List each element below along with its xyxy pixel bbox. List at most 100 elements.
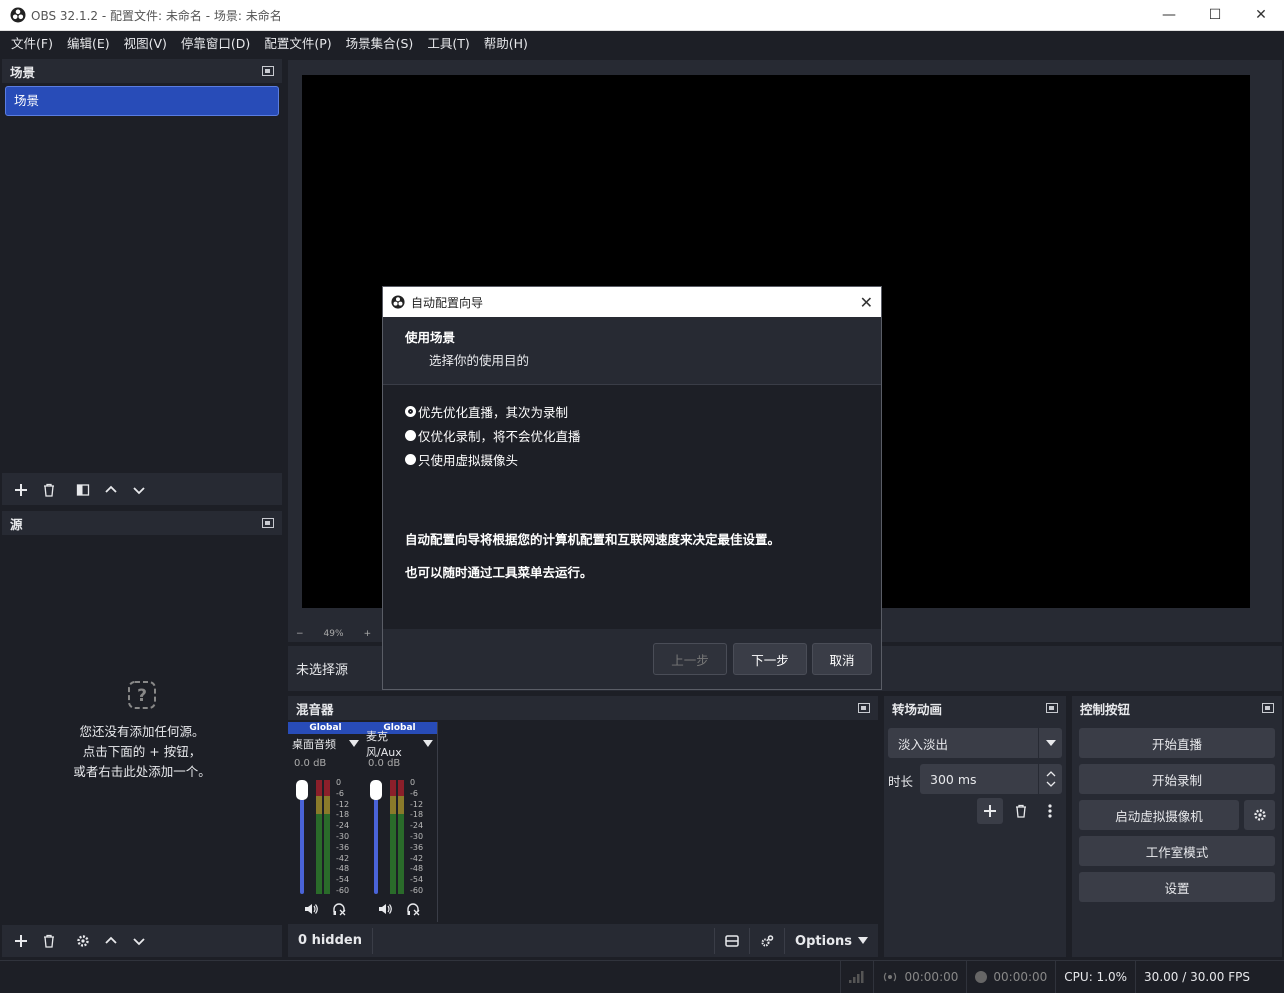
headphones-icon[interactable] bbox=[332, 902, 346, 916]
menu-scene-collection[interactable]: 场景集合(S) bbox=[339, 31, 421, 57]
menu-file[interactable]: 文件(F) bbox=[4, 31, 60, 57]
cancel-button[interactable]: 取消 bbox=[812, 643, 872, 675]
hidden-count[interactable]: 0 hidden bbox=[288, 928, 373, 954]
volume-meter bbox=[398, 780, 404, 894]
scene-filters-button[interactable] bbox=[72, 479, 94, 501]
zoom-out-button[interactable]: − bbox=[296, 629, 304, 639]
duration-spinbox[interactable]: 300 ms bbox=[920, 764, 1062, 794]
mixer-channel-desktop: Global 桌面音频 0.0 dB 0 -6 -12 -18 -24 -30 -36 -42… bbox=[288, 722, 364, 922]
scenes-toolbar bbox=[2, 478, 282, 502]
volume-fader-track[interactable] bbox=[374, 786, 378, 894]
back-button[interactable]: 上一步 bbox=[653, 643, 727, 675]
meter-scale: 0 -6 -12 -18 -24 -30 -36 -42 -48 -54 -60 bbox=[336, 778, 350, 895]
scene-list-item[interactable]: 场景 bbox=[5, 86, 279, 116]
headphones-icon[interactable] bbox=[406, 902, 420, 916]
trash-icon bbox=[44, 934, 54, 948]
chevron-up-icon bbox=[105, 485, 117, 493]
remove-transition-button[interactable] bbox=[1008, 798, 1034, 824]
volume-fader-handle[interactable] bbox=[370, 780, 382, 800]
close-window-button[interactable]: ✕ bbox=[1238, 0, 1284, 30]
undock-icon[interactable] bbox=[1046, 703, 1058, 713]
option-stream-priority[interactable]: 优先优化直播，其次为录制 bbox=[383, 399, 881, 423]
remove-scene-button[interactable] bbox=[38, 479, 60, 501]
gears-icon bbox=[761, 935, 774, 947]
caret-down-icon[interactable] bbox=[349, 740, 359, 748]
status-bar: 00:00:00 00:00:00 CPU: 1.0% 30.00 / 30.0… bbox=[0, 960, 1284, 993]
start-streaming-button[interactable]: 开始直播 bbox=[1079, 728, 1275, 758]
empty-line-2: 点击下面的 + 按钮， bbox=[82, 744, 202, 759]
radio-selected-icon[interactable] bbox=[405, 405, 416, 417]
menu-view[interactable]: 视图(V) bbox=[117, 31, 174, 57]
window-title: OBS 32.1.2 - 配置文件: 未命名 - 场景: 未命名 bbox=[31, 8, 282, 23]
option-virtual-camera[interactable]: 只使用虚拟摄像头 bbox=[383, 447, 881, 471]
add-source-button[interactable] bbox=[10, 930, 32, 952]
dialog-info-1: 自动配置向导将根据您的计算机配置和互联网速度来决定最佳设置。 bbox=[405, 532, 781, 547]
dialog-close-icon[interactable]: ✕ bbox=[860, 293, 873, 312]
spin-up-icon[interactable] bbox=[1046, 771, 1056, 777]
radio-icon[interactable] bbox=[405, 453, 416, 465]
broadcast-icon bbox=[884, 972, 897, 982]
volume-fader-track[interactable] bbox=[300, 786, 304, 894]
source-properties-button[interactable] bbox=[72, 930, 94, 952]
move-source-down-button[interactable] bbox=[128, 930, 150, 952]
gear-icon bbox=[1253, 809, 1266, 821]
scenes-list[interactable] bbox=[2, 83, 282, 473]
filter-icon bbox=[76, 484, 90, 496]
channel-name[interactable]: 桌面音频 bbox=[292, 736, 336, 752]
zoom-in-button[interactable]: + bbox=[364, 629, 372, 639]
minimize-button[interactable]: — bbox=[1146, 0, 1192, 30]
virtual-camera-settings-button[interactable] bbox=[1244, 800, 1275, 830]
settings-button[interactable]: 设置 bbox=[1079, 872, 1275, 902]
maximize-button[interactable]: ☐ bbox=[1192, 0, 1238, 30]
transition-select[interactable]: 淡入淡出 bbox=[888, 728, 1062, 758]
start-virtual-camera-button[interactable]: 启动虚拟摄像机 bbox=[1079, 800, 1239, 830]
studio-mode-button[interactable]: 工作室模式 bbox=[1079, 836, 1275, 866]
option-record-only[interactable]: 仅优化录制，将不会优化直播 bbox=[383, 423, 881, 447]
dialog-subheading: 选择你的使用目的 bbox=[429, 353, 530, 368]
mixer-options-button[interactable]: Options bbox=[784, 928, 878, 954]
next-button[interactable]: 下一步 bbox=[733, 643, 807, 675]
chevron-down-icon bbox=[133, 938, 145, 946]
remove-source-button[interactable] bbox=[38, 930, 60, 952]
transition-menu-button[interactable] bbox=[1038, 798, 1062, 824]
menu-docks[interactable]: 停靠窗口(D) bbox=[174, 31, 257, 57]
dialog-header: 使用场景 选择你的使用目的 bbox=[383, 317, 881, 385]
mixer-advanced-button[interactable] bbox=[749, 928, 784, 954]
start-recording-button[interactable]: 开始录制 bbox=[1079, 764, 1275, 794]
more-vertical-icon bbox=[1048, 804, 1052, 818]
empty-line-1: 您还没有添加任何源。 bbox=[79, 724, 205, 739]
sources-toolbar bbox=[2, 929, 282, 953]
menu-tools[interactable]: 工具(T) bbox=[420, 31, 476, 57]
undock-icon[interactable] bbox=[858, 703, 870, 713]
menu-help[interactable]: 帮助(H) bbox=[477, 31, 535, 57]
menu-edit[interactable]: 编辑(E) bbox=[60, 31, 117, 57]
question-icon: ? bbox=[128, 681, 156, 709]
undock-icon[interactable] bbox=[1262, 703, 1274, 713]
window-titlebar: OBS 32.1.2 - 配置文件: 未命名 - 场景: 未命名 — ☐ ✕ bbox=[0, 0, 1284, 31]
empty-line-3: 或者右击此处添加一个。 bbox=[73, 764, 211, 779]
dialog-info-2: 也可以随时通过工具菜单去运行。 bbox=[405, 565, 593, 580]
trash-icon bbox=[44, 483, 54, 497]
radio-icon[interactable] bbox=[405, 429, 416, 441]
dialog-titlebar: 自动配置向导 ✕ bbox=[383, 287, 881, 317]
speaker-icon[interactable] bbox=[378, 902, 392, 916]
channel-db: 0.0 dB bbox=[368, 758, 401, 769]
undock-icon[interactable] bbox=[262, 518, 274, 528]
transitions-dock-title: 转场动画 bbox=[892, 701, 943, 717]
move-source-up-button[interactable] bbox=[100, 930, 122, 952]
spin-down-icon[interactable] bbox=[1046, 781, 1056, 787]
caret-down-icon[interactable] bbox=[423, 740, 433, 748]
speaker-icon[interactable] bbox=[304, 902, 318, 916]
channel-name[interactable]: 麦克风/Aux bbox=[366, 728, 423, 760]
volume-meter bbox=[390, 780, 396, 894]
undock-icon[interactable] bbox=[262, 66, 274, 76]
add-transition-button[interactable] bbox=[977, 798, 1003, 824]
move-scene-up-button[interactable] bbox=[100, 479, 122, 501]
mixer-layout-button[interactable] bbox=[714, 928, 749, 954]
mixer-footer: 0 hidden Options bbox=[288, 928, 878, 954]
add-scene-button[interactable] bbox=[10, 479, 32, 501]
move-scene-down-button[interactable] bbox=[128, 479, 150, 501]
menu-profile[interactable]: 配置文件(P) bbox=[257, 31, 338, 57]
volume-fader-handle[interactable] bbox=[296, 780, 308, 800]
network-status bbox=[840, 960, 873, 993]
